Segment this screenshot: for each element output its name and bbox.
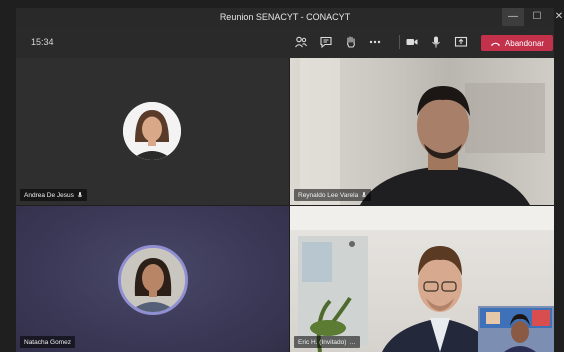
name-overflow: … bbox=[349, 338, 356, 346]
participant-name-tag: Eric H. (Invitado) … bbox=[294, 336, 360, 348]
participant-name-tag: Andrea De Jesus bbox=[20, 189, 87, 201]
participant-tile[interactable]: Natacha Gomez bbox=[16, 206, 289, 352]
participants-button[interactable] bbox=[292, 34, 310, 50]
video-feed bbox=[290, 206, 554, 352]
participant-name-tag: Natacha Gomez bbox=[20, 336, 75, 348]
raise-hand-icon bbox=[347, 36, 355, 48]
leave-button-label: Abandonar bbox=[504, 38, 545, 48]
participant-name: Andrea De Jesus bbox=[24, 191, 74, 199]
participant-tile[interactable]: Reynaldo Lee Varela bbox=[290, 58, 554, 205]
maximize-button[interactable]: ☐ bbox=[526, 8, 548, 26]
close-button[interactable]: ✕ bbox=[548, 8, 564, 26]
chat-button[interactable] bbox=[317, 34, 335, 50]
avatar bbox=[118, 245, 188, 315]
mic-icon bbox=[361, 191, 367, 197]
avatar bbox=[123, 102, 181, 160]
participant-name: Natacha Gomez bbox=[24, 338, 71, 346]
window-title: Reunion SENACYT - CONACYT bbox=[219, 12, 351, 22]
meeting-toolbar: 15:34 Abandonar bbox=[16, 26, 554, 58]
raise-hand-button[interactable] bbox=[342, 34, 360, 50]
mic-toggle-button[interactable] bbox=[427, 34, 445, 50]
title-bar: Reunion SENACYT - CONACYT — ☐ ✕ bbox=[16, 8, 563, 26]
share-screen-button[interactable] bbox=[452, 34, 470, 50]
leave-meeting-button[interactable]: Abandonar bbox=[481, 35, 553, 51]
participant-name: Eric H. (Invitado) bbox=[298, 338, 347, 346]
mic-icon bbox=[432, 36, 440, 48]
close-icon: ✕ bbox=[554, 11, 564, 22]
participant-tile[interactable]: Andrea De Jesus bbox=[16, 58, 289, 205]
chat-icon bbox=[320, 36, 332, 49]
maximize-icon: ☐ bbox=[532, 11, 542, 22]
more-icon bbox=[369, 40, 381, 44]
hang-up-icon bbox=[490, 42, 501, 46]
participants-icon bbox=[295, 36, 307, 48]
meeting-time: 15:34 bbox=[31, 37, 54, 47]
toolbar-separator bbox=[399, 35, 400, 49]
more-options-button[interactable] bbox=[366, 34, 384, 50]
camera-icon bbox=[406, 39, 418, 45]
mic-icon bbox=[77, 191, 83, 197]
participant-tile[interactable]: Eric H. (Invitado) … bbox=[290, 206, 554, 352]
camera-toggle-button[interactable] bbox=[403, 34, 421, 50]
participant-name: Reynaldo Lee Varela bbox=[298, 191, 359, 199]
video-feed bbox=[300, 58, 545, 205]
minimize-button[interactable]: — bbox=[502, 8, 524, 26]
participant-name-tag: Reynaldo Lee Varela bbox=[294, 189, 372, 201]
minimize-icon: — bbox=[508, 11, 518, 22]
share-screen-icon bbox=[454, 36, 468, 47]
